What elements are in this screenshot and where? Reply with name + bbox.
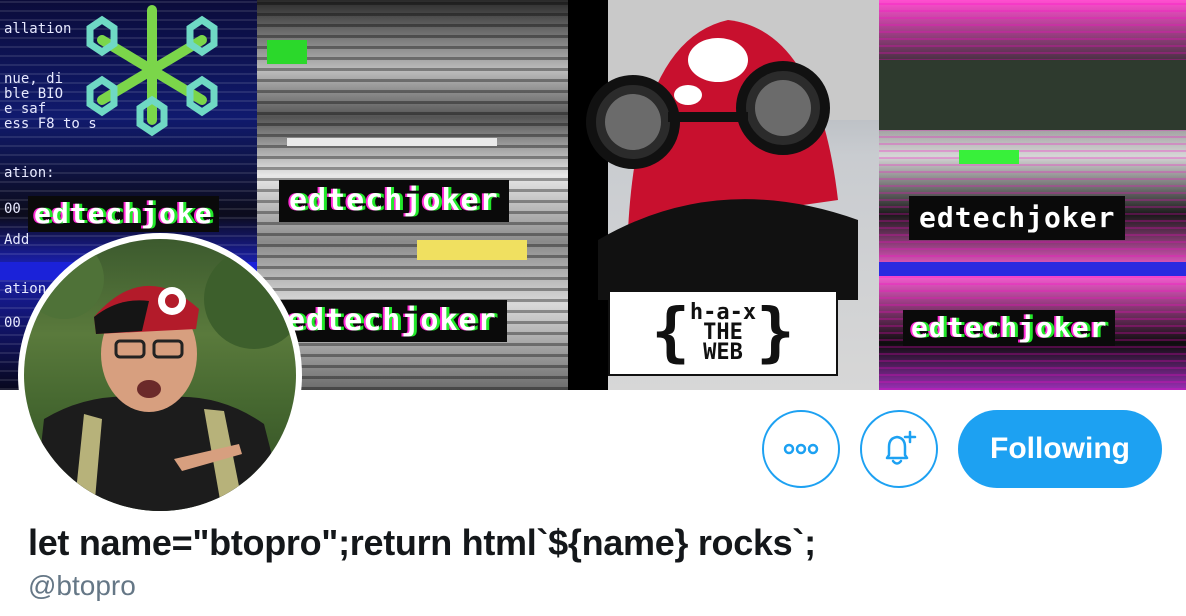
hax-the-web-sign: { h-a-x THE WEB } — [608, 290, 838, 376]
profile-handle[interactable]: @btopro — [28, 570, 136, 602]
glitch-bar — [287, 138, 497, 146]
glitch-bar — [879, 60, 1186, 130]
person-with-hat-icon — [24, 239, 296, 511]
edtechjoker-tag: edtechjoker — [909, 196, 1126, 240]
terminal-text: e saf — [4, 101, 47, 117]
glitch-bar — [267, 40, 307, 64]
profile-avatar[interactable] — [18, 233, 302, 517]
banner-panel-4: edtechjoker edtechjoker — [879, 0, 1186, 390]
glitch-bar — [959, 150, 1019, 164]
bell-plus-icon — [885, 430, 917, 465]
hax-line-3: WEB — [703, 340, 743, 365]
profile-header: allation nue, di ble BIO e saf ess F8 to… — [0, 0, 1186, 616]
terminal-text: ble BIO — [4, 86, 64, 102]
left-brace-icon: { — [651, 296, 690, 370]
glitch-bar — [417, 240, 527, 260]
terminal-text: ation — [4, 281, 47, 297]
right-brace-icon: } — [756, 296, 795, 370]
banner-panel-3: { h-a-x THE WEB } — [568, 0, 879, 390]
edtechjoker-tag: edtechjoker — [279, 180, 509, 222]
glitch-bar — [879, 262, 1186, 276]
following-button[interactable]: Following — [958, 410, 1162, 488]
terminal-text: 00 — [4, 315, 21, 331]
hexagon-network-icon — [86, 5, 218, 137]
hax-sign-text: h-a-x THE WEB — [690, 302, 756, 365]
edtechjoker-tag: edtechjoker — [277, 300, 507, 342]
banner-panel-2: edtechjoker edtechjoker — [257, 0, 568, 390]
terminal-text: nue, di — [4, 71, 64, 87]
more-horizontal-icon — [783, 443, 819, 455]
terminal-text: ation: — [4, 165, 55, 181]
more-options-button[interactable] — [762, 410, 840, 488]
avatar-photo — [24, 239, 296, 511]
edtechjoker-tag: edtechjoker — [903, 310, 1116, 346]
profile-display-name: let name="btopro";return html`${name} ro… — [28, 522, 816, 563]
notifications-button[interactable] — [860, 410, 938, 488]
terminal-text: Add — [4, 232, 30, 248]
edtechjoker-tag: edtechjoke — [28, 196, 219, 232]
terminal-text: 00 — [4, 201, 21, 217]
